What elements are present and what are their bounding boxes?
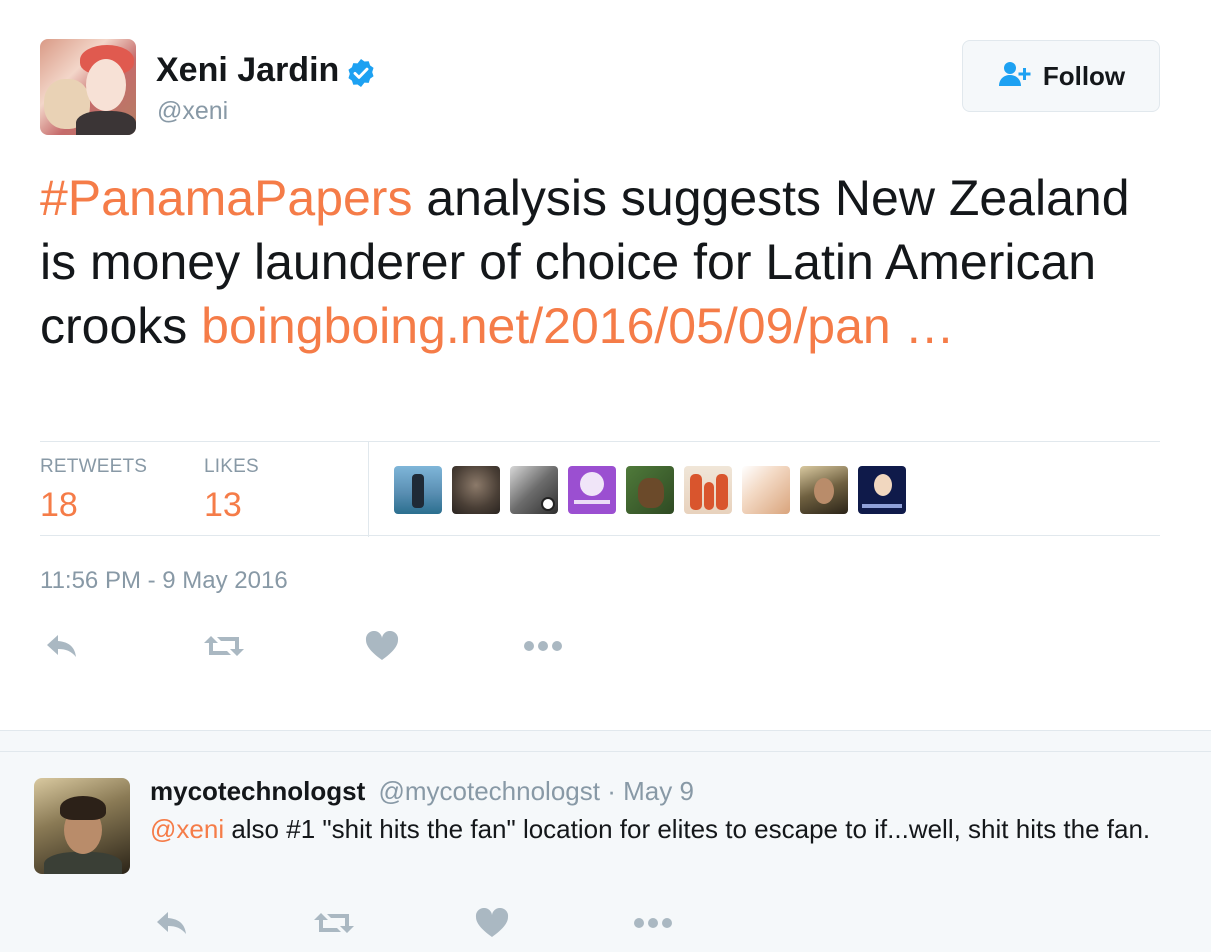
retweet-icon[interactable] (312, 901, 356, 945)
tweet-stats: RETWEETS 18 LIKES 13 (40, 441, 1160, 537)
reply-author-avatar[interactable] (34, 778, 130, 874)
retweets-label: RETWEETS (40, 456, 148, 477)
liker-avatars (394, 466, 906, 514)
retweets-stat[interactable]: RETWEETS 18 (40, 456, 147, 525)
reply-separator: · (607, 776, 616, 806)
follow-label: Follow (1042, 60, 1126, 91)
reply-icon[interactable] (40, 624, 84, 668)
author-avatar[interactable] (40, 39, 136, 135)
reply-author-name[interactable]: mycotechnologst (150, 776, 365, 806)
like-icon[interactable] (360, 624, 404, 668)
hashtag-link[interactable]: #PanamaPapers (40, 170, 412, 226)
main-tweet: Xeni Jardin @xeni Follow #PanamaPapers a… (0, 0, 1211, 730)
likes-stat[interactable]: LIKES 13 (204, 456, 259, 525)
reply-author-handle[interactable]: @mycotechnologst (378, 776, 600, 806)
reply-divider (0, 751, 1211, 752)
retweets-count: 18 (40, 486, 78, 524)
liker-avatar-9[interactable] (858, 466, 906, 514)
likes-label: LIKES (204, 456, 259, 477)
reply-section: mycotechnologst @mycotechnologst · May 9… (0, 730, 1211, 952)
liker-avatar-3[interactable] (510, 466, 558, 514)
more-icon[interactable] (631, 901, 675, 945)
reply-mention-link[interactable]: @xeni (150, 814, 224, 844)
liker-avatar-2[interactable] (452, 466, 500, 514)
article-link[interactable]: boingboing.net/2016/05/09/pan … (201, 298, 954, 354)
stats-divider (368, 442, 369, 537)
likes-count: 13 (204, 486, 242, 524)
reply-time[interactable]: May 9 (623, 776, 694, 806)
follow-user-icon (997, 60, 1033, 93)
liker-avatar-7[interactable] (742, 466, 790, 514)
liker-avatar-1[interactable] (394, 466, 442, 514)
tweet-text: #PanamaPapers analysis suggests New Zeal… (40, 166, 1160, 358)
reply-header: mycotechnologst @mycotechnologst · May 9 (150, 776, 694, 807)
reply-body: also #1 "shit hits the fan" location for… (224, 814, 1151, 844)
author-name[interactable]: Xeni Jardin (156, 51, 339, 89)
reply-text: @xeni also #1 "shit hits the fan" locati… (150, 811, 1160, 847)
follow-button[interactable]: Follow (962, 40, 1160, 112)
tweet-timestamp[interactable]: 11:56 PM - 9 May 2016 (40, 567, 288, 595)
liker-avatar-6[interactable] (684, 466, 732, 514)
author-name-row[interactable]: Xeni Jardin (156, 51, 377, 98)
verified-badge-icon (345, 57, 377, 98)
retweet-icon[interactable] (202, 624, 246, 668)
author-handle[interactable]: @xeni (157, 97, 228, 126)
liker-avatar-5[interactable] (626, 466, 674, 514)
reply-icon[interactable] (150, 901, 194, 945)
more-icon[interactable] (521, 624, 565, 668)
like-icon[interactable] (470, 901, 514, 945)
liker-avatar-8[interactable] (800, 466, 848, 514)
liker-avatar-4[interactable] (568, 466, 616, 514)
